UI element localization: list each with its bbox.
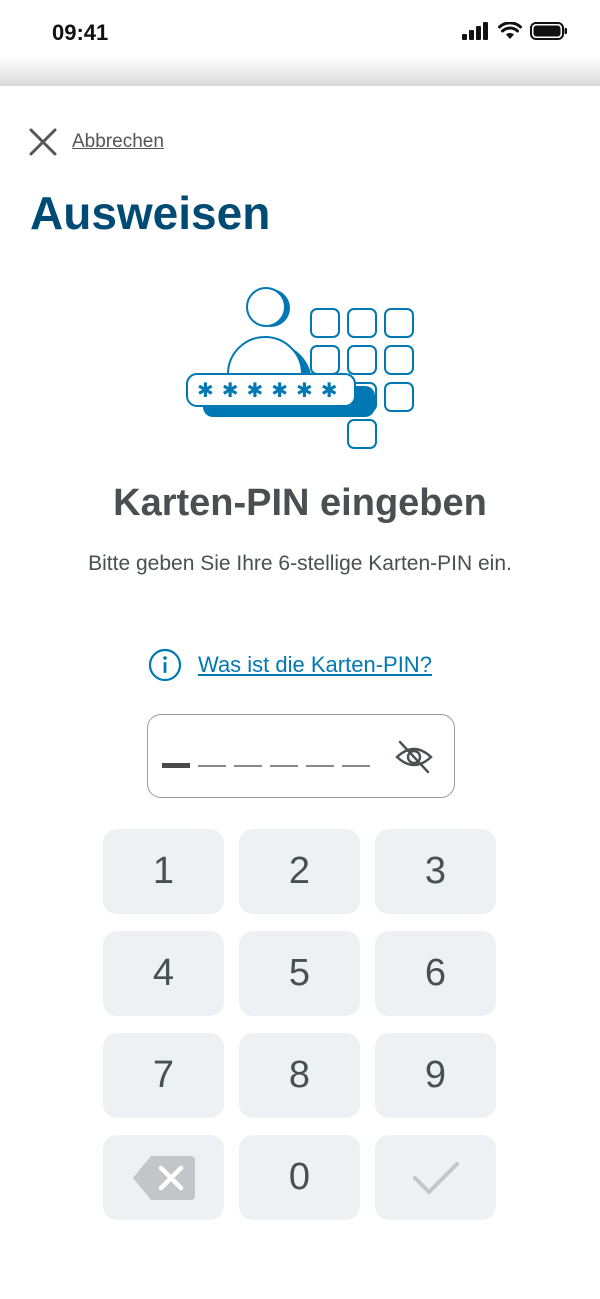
key-0[interactable]: 0 <box>239 1135 360 1220</box>
pin-info-link-label[interactable]: Was ist die Karten-PIN? <box>198 652 432 678</box>
pin-slot <box>270 765 298 767</box>
status-bar: 09:41 <box>0 0 600 86</box>
delete-key[interactable] <box>103 1135 224 1220</box>
eye-off-icon[interactable] <box>394 737 434 777</box>
cancel-label[interactable]: Abbrechen <box>72 131 164 153</box>
pin-slot <box>198 765 226 767</box>
pin-info-link[interactable]: Was ist die Karten-PIN? <box>148 648 432 682</box>
pin-instructions: Bitte geben Sie Ihre 6-stellige Karten-P… <box>88 552 512 575</box>
key-7[interactable]: 7 <box>103 1033 224 1118</box>
close-icon[interactable] <box>28 127 58 157</box>
person-pin-keypad-illustration: ✱✱✱✱✱✱ <box>185 286 420 456</box>
pin-slots <box>162 763 370 768</box>
key-4[interactable]: 4 <box>103 931 224 1016</box>
cancel-button[interactable]: Abbrechen <box>28 127 164 157</box>
key-2[interactable]: 2 <box>239 829 360 914</box>
wifi-icon <box>498 22 522 39</box>
pin-heading: Karten-PIN eingeben <box>113 482 487 524</box>
key-3[interactable]: 3 <box>375 829 496 914</box>
modal-sheet: Abbrechen Ausweisen ✱✱✱✱✱✱ Karten-PIN ei… <box>0 86 600 1299</box>
confirm-key[interactable] <box>375 1135 496 1220</box>
signal-icon <box>462 22 488 40</box>
page-title: Ausweisen <box>30 187 271 239</box>
number-keypad: 1 2 3 4 5 6 7 8 9 0 <box>103 829 496 1220</box>
key-8[interactable]: 8 <box>239 1033 360 1118</box>
key-9[interactable]: 9 <box>375 1033 496 1118</box>
status-icons <box>462 22 568 40</box>
backspace-icon[interactable] <box>131 1154 197 1202</box>
pin-slot <box>234 765 262 767</box>
battery-icon <box>530 22 567 40</box>
pin-slot <box>342 765 370 767</box>
info-icon[interactable] <box>148 648 182 682</box>
pin-slot <box>306 765 334 767</box>
status-time: 09:41 <box>52 20 109 45</box>
pin-input-field[interactable] <box>147 714 455 798</box>
pin-slot <box>162 763 190 768</box>
pin-mask-text: ✱✱✱✱✱✱ <box>197 378 346 402</box>
key-1[interactable]: 1 <box>103 829 224 914</box>
key-5[interactable]: 5 <box>239 931 360 1016</box>
checkmark-icon[interactable] <box>411 1158 461 1198</box>
key-6[interactable]: 6 <box>375 931 496 1016</box>
